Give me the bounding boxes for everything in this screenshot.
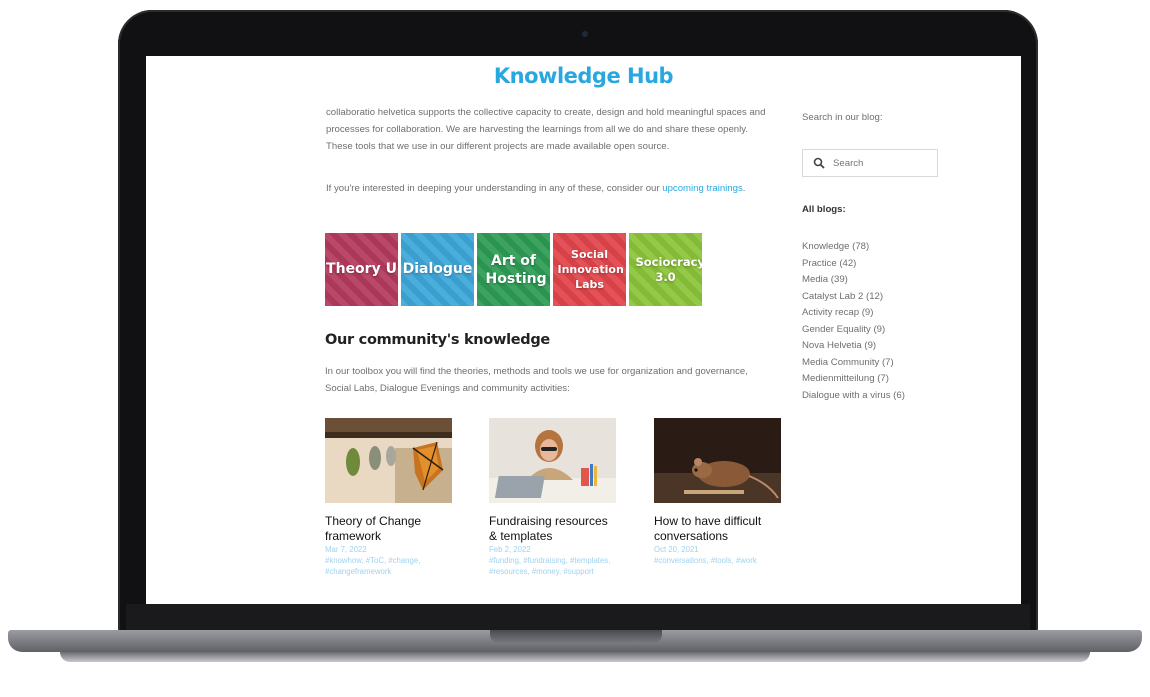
search-input[interactable] [831, 156, 931, 170]
intro-trainings-text: If you're interested in deeping your und… [326, 180, 771, 197]
card-title[interactable]: Theory of Change framework [325, 514, 453, 544]
blog-category-item[interactable]: Media Community (7) [802, 355, 905, 372]
intro-trainings-suffix: . [742, 183, 746, 194]
card-image-butterfly[interactable] [325, 418, 452, 503]
blog-category-item[interactable]: Activity recap (9) [802, 305, 905, 322]
card-date: Oct 20, 2021 [654, 545, 699, 554]
card-tags: #knowhow, #ToC, #change, #changeframewor… [325, 556, 421, 576]
tile-theory-u[interactable]: Theory U [325, 233, 398, 306]
card-fundraising[interactable]: Fundraising resources & templates Feb 2,… [489, 418, 617, 577]
blog-category-list: Knowledge (78) Practice (42) Media (39) … [802, 239, 905, 404]
blog-category-item[interactable]: Nova Helvetia (9) [802, 338, 905, 355]
card-theory-of-change[interactable]: Theory of Change framework Mar 7, 2022 #… [325, 418, 453, 577]
laptop-hinge [126, 604, 1030, 630]
tile-art-of-hosting[interactable]: Art of Hosting [477, 233, 550, 306]
all-blogs-label: All blogs: [802, 204, 846, 215]
browser-screen: Knowledge Hub collaboratio helvetica sup… [146, 56, 1021, 604]
tile-dialogue[interactable]: Dialogue [401, 233, 474, 306]
blog-category-item[interactable]: Gender Equality (9) [802, 322, 905, 339]
card-date: Feb 2, 2022 [489, 545, 531, 554]
intro-trainings-prefix: If you're interested in deeping your und… [326, 183, 663, 194]
tile-sociocracy[interactable]: Sociocracy 3.0 [629, 233, 702, 306]
card-title[interactable]: Fundraising resources & templates [489, 514, 617, 544]
tile-sociocracy-label: Sociocracy 3.0 [635, 254, 703, 284]
blog-category-item[interactable]: Practice (42) [802, 256, 905, 273]
page-title: Knowledge Hub [493, 64, 674, 88]
card-difficult-conversations[interactable]: How to have difficult conversations Oct … [654, 418, 782, 566]
tile-art-of-hosting-label: Art of Hosting [485, 252, 547, 287]
intro-text: collaboratio helvetica supports the coll… [326, 107, 766, 152]
card-tags: #funding, #fundraising, #templates, #res… [489, 556, 611, 576]
section-title: Our community's knowledge [325, 332, 550, 348]
card-title[interactable]: How to have difficult conversations [654, 514, 782, 544]
section-text: In our toolbox you will find the theorie… [325, 366, 748, 394]
method-tiles: Theory U Dialogue Art of Hosting Social … [325, 233, 702, 306]
blog-category-item[interactable]: Knowledge (78) [802, 239, 905, 256]
tile-theory-u-label: Theory U [326, 261, 397, 277]
search-box[interactable] [802, 149, 938, 177]
card-image-mouse[interactable] [654, 418, 781, 503]
laptop-notch [490, 630, 662, 644]
card-image-woman-laptop[interactable] [489, 418, 616, 503]
card-date: Mar 7, 2022 [325, 545, 367, 554]
laptop-base-shadow [60, 652, 1090, 662]
search-label: Search in our blog: [802, 112, 883, 123]
blog-category-item[interactable]: Media (39) [802, 272, 905, 289]
upcoming-trainings-link[interactable]: upcoming trainings [662, 183, 743, 194]
tile-social-innovation-labs-label: Social Innovation Labs [557, 248, 624, 291]
tile-dialogue-label: Dialogue [402, 261, 473, 277]
tile-social-innovation-labs[interactable]: Social Innovation Labs [553, 233, 626, 306]
blog-category-item[interactable]: Catalyst Lab 2 (12) [802, 289, 905, 306]
search-icon [813, 157, 825, 169]
card-tags: #conversations, #tools, #work [654, 556, 757, 565]
camera-icon [582, 31, 588, 37]
blog-category-item[interactable]: Medienmitteilung (7) [802, 371, 905, 388]
blog-category-item[interactable]: Dialogue with a virus (6) [802, 388, 905, 405]
